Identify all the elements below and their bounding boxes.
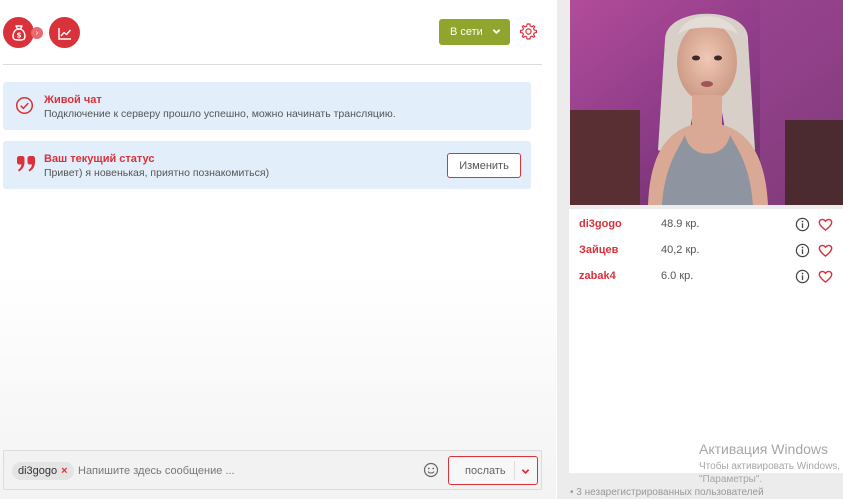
check-circle-icon: [15, 96, 34, 115]
notice-title: Живой чат: [44, 94, 102, 106]
chevron-down-icon[interactable]: [521, 467, 530, 476]
earnings-button[interactable]: $: [3, 17, 34, 48]
info-icon[interactable]: [795, 269, 810, 284]
windows-activation-line: Чтобы активировать Windows,: [699, 461, 841, 472]
recipient-tag[interactable]: di3gogo ×: [12, 462, 74, 480]
status-select-value: В сети: [450, 26, 483, 38]
side-panel: di3gogo 48.9 кр. Зайцев 40,2 кр. zabak4 …: [557, 0, 843, 499]
info-icon[interactable]: [795, 217, 810, 232]
user-row[interactable]: zabak4 6.0 кр.: [569, 266, 843, 288]
heart-icon[interactable]: [818, 269, 833, 284]
chevron-down-icon: [492, 29, 501, 35]
user-name[interactable]: Зайцев: [579, 244, 618, 256]
trend-chart-icon: [57, 27, 71, 40]
unregistered-users-count: • 3 незарегистрированных пользователей: [570, 487, 764, 498]
user-name[interactable]: zabak4: [579, 270, 616, 282]
quote-icon: [17, 156, 35, 172]
send-button[interactable]: послать: [448, 456, 538, 485]
stats-button[interactable]: [49, 17, 80, 48]
svg-text:$: $: [16, 31, 21, 39]
change-status-button[interactable]: Изменить: [447, 153, 521, 178]
user-row[interactable]: Зайцев 40,2 кр.: [569, 240, 843, 262]
message-composer: di3gogo × послать: [3, 450, 542, 490]
notice-text: Привет) я новенькая, приятно познакомить…: [44, 167, 270, 179]
heart-icon[interactable]: [818, 243, 833, 258]
webcam-preview: [570, 0, 843, 205]
heart-icon[interactable]: [818, 217, 833, 232]
user-row[interactable]: di3gogo 48.9 кр.: [569, 214, 843, 236]
notice-text: Подключение к серверу прошло успешно, мо…: [44, 108, 396, 120]
header-divider: [3, 64, 542, 65]
user-name[interactable]: di3gogo: [579, 218, 622, 230]
windows-activation-title: Активация Windows: [699, 441, 829, 457]
send-button-label: послать: [465, 464, 506, 477]
windows-activation-line: "Параметры".: [699, 474, 763, 485]
message-input[interactable]: [78, 462, 378, 480]
money-bag-icon: $: [11, 24, 26, 41]
webcam-image: [570, 0, 843, 205]
user-credits: 40,2 кр.: [661, 244, 700, 256]
user-credits: 48.9 кр.: [661, 218, 700, 230]
gear-icon[interactable]: [519, 22, 538, 41]
remove-recipient-icon[interactable]: ×: [61, 465, 67, 477]
user-list: di3gogo 48.9 кр. Зайцев 40,2 кр. zabak4 …: [569, 209, 843, 473]
info-icon[interactable]: [795, 243, 810, 258]
live-chat-notice: Живой чат Подключение к серверу прошло у…: [3, 82, 531, 130]
send-button-divider: [514, 461, 515, 480]
emoji-icon[interactable]: [423, 462, 439, 478]
windows-activation-text: Чтобы активировать Windows, "Параметры".: [699, 460, 843, 486]
notice-title: Ваш текущий статус: [44, 153, 155, 165]
chevron-right-icon[interactable]: ›: [31, 27, 43, 39]
recipient-tag-label: di3gogo: [18, 465, 58, 477]
user-credits: 6.0 кр.: [661, 270, 694, 282]
chat-panel: $ › В сети Живой чат Подключение к серве…: [0, 0, 556, 499]
status-select[interactable]: В сети: [439, 19, 510, 45]
